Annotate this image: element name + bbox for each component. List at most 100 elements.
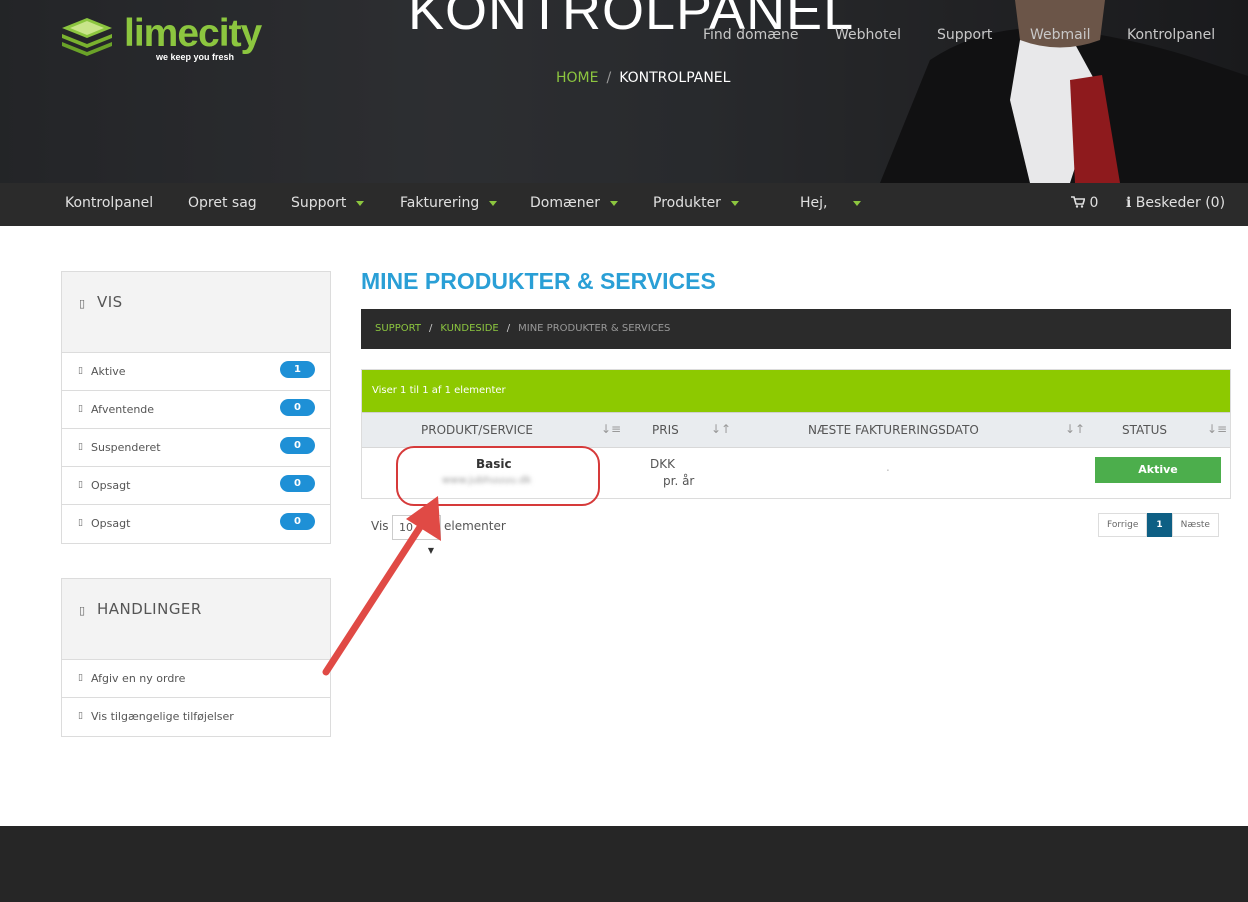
table-info: Viser 1 til 1 af 1 elementer — [362, 370, 1230, 412]
nav-fakturering-label: Fakturering — [400, 195, 480, 211]
sidebar-actions-title: HANDLINGER — [97, 600, 202, 618]
breadcrumb-support[interactable]: SUPPORT — [375, 323, 421, 334]
page-length-select[interactable]: 10 ▲ ▼ — [392, 515, 441, 555]
sidebar-item-new-order[interactable]: ▯ Afgiv en ny ordre — [62, 660, 330, 698]
top-navigation: Find domæne Webhotel Support Webmail Kon… — [0, 27, 1248, 47]
page-footer — [0, 826, 1248, 902]
main-navigation: Kontrolpanel Opret sag Support Faktureri… — [0, 183, 1248, 226]
length-prefix: Vis — [371, 519, 389, 533]
sidebar-item-addons[interactable]: ▯ Vis tilgængelige tilføjelser — [62, 698, 330, 736]
info-icon: i — [1126, 195, 1132, 211]
item-icon: ▯ — [78, 711, 83, 721]
sidebar-item-suspenderet[interactable]: ▯ Suspenderet 0 — [62, 429, 330, 467]
sidebar-item-opsagt-2[interactable]: ▯ Opsagt 0 — [62, 505, 330, 543]
breadcrumb-separator: / — [428, 323, 433, 334]
cart-icon — [1071, 196, 1086, 208]
sidebar-item-label: Opsagt — [91, 517, 131, 530]
breadcrumb: SUPPORT / KUNDESIDE / MINE PRODUKTER & SERVI… — [361, 309, 1231, 349]
nav-produkter-dropdown[interactable]: Produkter — [653, 195, 739, 211]
nav-opret-sag[interactable]: Opret sag — [188, 195, 257, 211]
sort-asc-icon[interactable]: ↓≡ — [1207, 422, 1227, 436]
caret-down-icon — [853, 200, 862, 206]
pagination-page-1[interactable]: 1 — [1147, 513, 1172, 537]
column-header-status[interactable]: STATUS — [1122, 423, 1167, 437]
actions-icon: ▯ — [79, 604, 86, 617]
topnav-webhotel[interactable]: Webhotel — [835, 27, 901, 43]
item-icon: ▯ — [78, 404, 83, 414]
nav-kontrolpanel[interactable]: Kontrolpanel — [65, 195, 153, 211]
count-badge: 0 — [280, 437, 315, 454]
logo-tagline: we keep you fresh — [156, 52, 235, 62]
next-billing-date: . — [886, 460, 890, 474]
item-icon: ▯ — [78, 442, 83, 452]
table-header-row: PRODUKT/SERVICE ↓≡ PRIS ↓↑ NÆSTE FAKTURE… — [362, 412, 1230, 448]
count-badge: 0 — [280, 513, 315, 530]
sidebar-item-label: Aktive — [91, 365, 126, 378]
sidebar-actions-panel: ▯ HANDLINGER ▯ Afgiv en ny ordre ▯ Vis t… — [61, 578, 331, 737]
item-icon: ▯ — [78, 673, 83, 683]
column-header-product[interactable]: PRODUKT/SERVICE — [421, 423, 533, 437]
pagination-previous[interactable]: Forrige — [1098, 513, 1148, 537]
nav-kontrolpanel-label: Kontrolpanel — [65, 195, 154, 211]
topnav-kontrolpanel[interactable]: Kontrolpanel — [1127, 27, 1215, 43]
annotation-highlight — [396, 446, 600, 506]
hero-banner: limecity we keep you fresh KONTROLPANEL … — [0, 0, 1248, 183]
hero-breadcrumb: HOME / KONTROLPANEL — [556, 70, 730, 86]
nav-user-dropdown[interactable]: Hej, — [800, 195, 862, 211]
sort-icon[interactable]: ↓↑ — [1065, 422, 1085, 436]
table-controls: Vis 10 ▲ ▼ elementer Forrige 1 Næste — [361, 513, 1231, 555]
length-suffix: elementer — [444, 519, 506, 533]
column-header-price[interactable]: PRIS — [652, 423, 679, 437]
item-icon: ▯ — [78, 480, 83, 490]
nav-messages[interactable]: i Beskeder (0) — [1126, 195, 1225, 211]
caret-down-icon — [356, 200, 365, 206]
page-title: MINE PRODUKTER & SERVICES — [361, 268, 716, 294]
column-header-next-date[interactable]: NÆSTE FAKTURERINGSDATO — [808, 423, 979, 437]
pagination-next[interactable]: Næste — [1171, 513, 1219, 537]
sidebar-item-label: Afgiv en ny ordre — [91, 672, 186, 685]
sidebar-actions-header: ▯ HANDLINGER — [62, 579, 330, 660]
nav-support-dropdown[interactable]: Support — [291, 195, 365, 211]
caret-down-icon — [609, 200, 618, 206]
sidebar-item-label: Afventende — [91, 403, 155, 416]
sidebar-item-label: Suspenderet — [91, 441, 161, 454]
topnav-find-domaene[interactable]: Find domæne — [703, 27, 798, 43]
hero-breadcrumb-home[interactable]: HOME — [556, 70, 598, 86]
breadcrumb-kundeside[interactable]: KUNDESIDE — [440, 323, 498, 334]
cart-count: 0 — [1089, 195, 1099, 211]
status-badge[interactable]: Aktive — [1095, 457, 1221, 483]
nav-support-label: Support — [291, 195, 347, 211]
nav-cart[interactable]: 0 — [1071, 195, 1098, 211]
redacted-price — [682, 454, 712, 469]
nav-user-label: Hej, — [800, 195, 828, 211]
sort-asc-icon[interactable]: ↓≡ — [601, 422, 621, 436]
nav-produkter-label: Produkter — [653, 195, 721, 211]
topnav-webmail[interactable]: Webmail — [1030, 27, 1091, 43]
caret-down-icon — [489, 200, 498, 206]
sidebar-item-label: Vis tilgængelige tilføjelser — [91, 710, 234, 723]
price-period: pr. år — [663, 474, 695, 488]
page-length-value: 10 — [399, 521, 413, 534]
breadcrumb-separator: / — [506, 323, 511, 334]
nav-opret-sag-label: Opret sag — [188, 195, 257, 211]
count-badge: 0 — [280, 399, 315, 416]
sidebar-item-afventende[interactable]: ▯ Afventende 0 — [62, 391, 330, 429]
hero-breadcrumb-current: KONTROLPANEL — [619, 70, 731, 86]
nav-domaener-dropdown[interactable]: Domæner — [530, 195, 618, 211]
sidebar-item-aktive[interactable]: ▯ Aktive 1 — [62, 353, 330, 391]
filter-icon: ▯ — [79, 297, 86, 310]
item-icon: ▯ — [78, 366, 83, 376]
nav-fakturering-dropdown[interactable]: Fakturering — [400, 195, 498, 211]
sidebar-item-label: Opsagt — [91, 479, 131, 492]
messages-label: Beskeder (0) — [1135, 195, 1226, 211]
sidebar-vis-panel: ▯ VIS ▯ Aktive 1 ▯ Afventende 0 ▯ Suspen… — [61, 271, 331, 544]
pagination: Forrige 1 Næste — [1098, 513, 1219, 537]
breadcrumb-current: MINE PRODUKTER & SERVICES — [518, 323, 671, 334]
sidebar-item-opsagt[interactable]: ▯ Opsagt 0 — [62, 467, 330, 505]
select-arrows-icon: ▲ ▼ — [427, 523, 434, 555]
sort-icon[interactable]: ↓↑ — [711, 422, 731, 436]
price-currency: DKK — [650, 457, 675, 471]
topnav-support[interactable]: Support — [937, 27, 992, 43]
hero-breadcrumb-separator: / — [606, 70, 612, 86]
sidebar-vis-header: ▯ VIS — [62, 272, 330, 353]
